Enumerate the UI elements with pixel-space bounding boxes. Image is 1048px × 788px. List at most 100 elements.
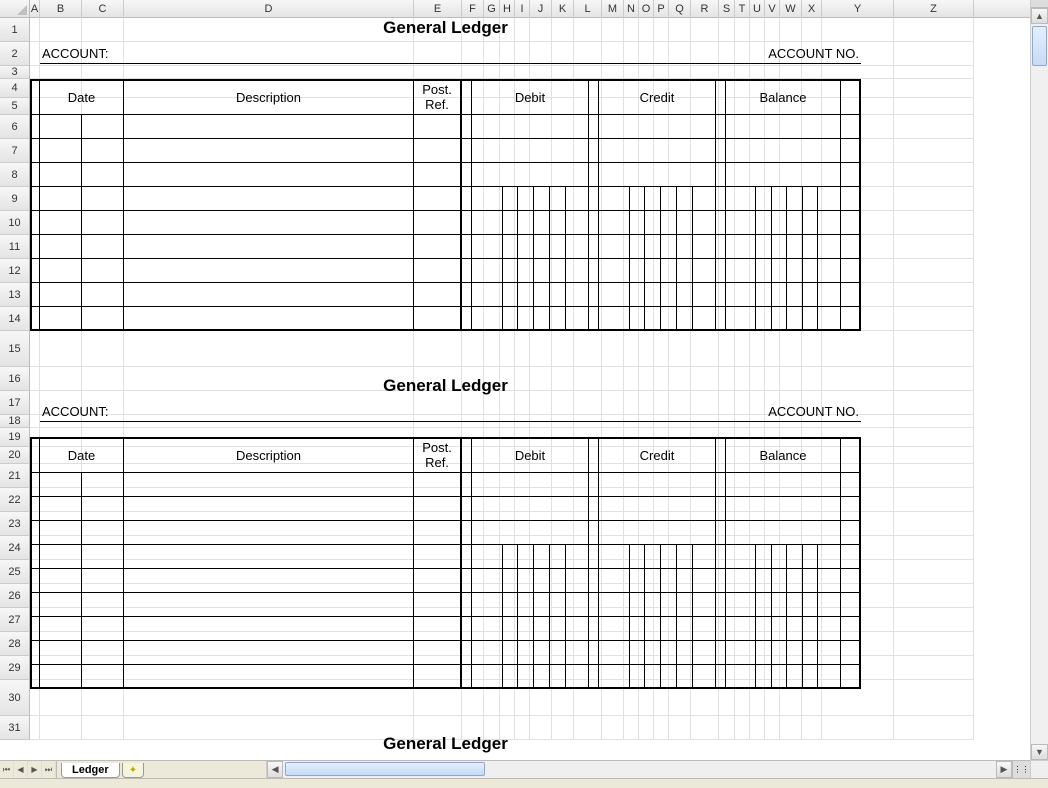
cell-N1[interactable] [624,18,639,42]
cell-K13[interactable] [552,283,574,307]
cell-W11[interactable] [780,235,802,259]
cell-H23[interactable] [500,512,515,536]
cell-T27[interactable] [735,608,750,632]
cell-Y3[interactable] [822,66,894,79]
cell-U20[interactable] [750,447,765,464]
cell-Q2[interactable] [669,42,691,66]
cell-M19[interactable] [602,428,624,447]
cell-J20[interactable] [530,447,552,464]
cell-D27[interactable] [124,608,414,632]
cell-F9[interactable] [462,187,484,211]
cell-N18[interactable] [624,415,639,428]
cell-Y24[interactable] [822,536,894,560]
cell-J17[interactable] [530,391,552,415]
row-header-13[interactable]: 13 [0,283,30,307]
cell-I5[interactable] [515,98,530,115]
cell-K20[interactable] [552,447,574,464]
cell-G2[interactable] [484,42,500,66]
cell-Q26[interactable] [669,584,691,608]
cell-K1[interactable] [552,18,574,42]
cell-P27[interactable] [654,608,669,632]
row-header-3[interactable]: 3 [0,66,30,79]
cell-Z24[interactable] [894,536,974,560]
cell-B5[interactable] [40,98,82,115]
cell-W14[interactable] [780,307,802,331]
cell-G22[interactable] [484,488,500,512]
cell-K17[interactable] [552,391,574,415]
cell-Y23[interactable] [822,512,894,536]
cell-H20[interactable] [500,447,515,464]
cell-H10[interactable] [500,211,515,235]
cell-C30[interactable] [82,680,124,716]
cell-D16[interactable] [124,367,414,391]
cell-B17[interactable] [40,391,82,415]
cell-G8[interactable] [484,163,500,187]
row-header-24[interactable]: 24 [0,536,30,560]
cell-U26[interactable] [750,584,765,608]
cell-W6[interactable] [780,115,802,139]
cell-F18[interactable] [462,415,484,428]
cell-U23[interactable] [750,512,765,536]
cell-A9[interactable] [30,187,40,211]
cell-N19[interactable] [624,428,639,447]
cell-R14[interactable] [691,307,719,331]
cell-O28[interactable] [639,632,654,656]
cell-Z2[interactable] [894,42,974,66]
cell-D7[interactable] [124,139,414,163]
cell-I26[interactable] [515,584,530,608]
cell-D25[interactable] [124,560,414,584]
cell-B25[interactable] [40,560,82,584]
cell-X30[interactable] [802,680,822,716]
cell-Z27[interactable] [894,608,974,632]
col-header-U[interactable]: U [750,0,765,18]
cell-P20[interactable] [654,447,669,464]
col-header-V[interactable]: V [765,0,780,18]
row-header-18[interactable]: 18 [0,415,30,428]
cell-D31[interactable] [124,716,414,740]
cell-I29[interactable] [515,656,530,680]
cell-K3[interactable] [552,66,574,79]
cell-K25[interactable] [552,560,574,584]
cell-T16[interactable] [735,367,750,391]
cell-F3[interactable] [462,66,484,79]
cell-W5[interactable] [780,98,802,115]
cell-I22[interactable] [515,488,530,512]
cell-B20[interactable] [40,447,82,464]
cell-W27[interactable] [780,608,802,632]
cell-J25[interactable] [530,560,552,584]
cell-Z18[interactable] [894,415,974,428]
cell-V15[interactable] [765,331,780,367]
cell-F14[interactable] [462,307,484,331]
cell-C27[interactable] [82,608,124,632]
cell-X21[interactable] [802,464,822,488]
cell-R1[interactable] [691,18,719,42]
sheet-tab-ledger[interactable]: Ledger [61,763,120,778]
cell-P26[interactable] [654,584,669,608]
cell-H26[interactable] [500,584,515,608]
cell-U15[interactable] [750,331,765,367]
tab-first-button[interactable]: ⏮ [0,761,14,778]
cell-S2[interactable] [719,42,735,66]
cell-M28[interactable] [602,632,624,656]
cell-Z15[interactable] [894,331,974,367]
row-header-17[interactable]: 17 [0,391,30,415]
cell-E7[interactable] [414,139,462,163]
cell-X27[interactable] [802,608,822,632]
cell-Q9[interactable] [669,187,691,211]
cell-G19[interactable] [484,428,500,447]
cell-N22[interactable] [624,488,639,512]
cell-P21[interactable] [654,464,669,488]
cell-M23[interactable] [602,512,624,536]
cell-K29[interactable] [552,656,574,680]
cell-G28[interactable] [484,632,500,656]
col-header-A[interactable]: A [30,0,40,18]
cell-P11[interactable] [654,235,669,259]
cell-A21[interactable] [30,464,40,488]
col-header-I[interactable]: I [515,0,530,18]
cell-G21[interactable] [484,464,500,488]
cell-T19[interactable] [735,428,750,447]
cell-C2[interactable] [82,42,124,66]
cell-M17[interactable] [602,391,624,415]
cell-W4[interactable] [780,79,802,98]
cell-X1[interactable] [802,18,822,42]
